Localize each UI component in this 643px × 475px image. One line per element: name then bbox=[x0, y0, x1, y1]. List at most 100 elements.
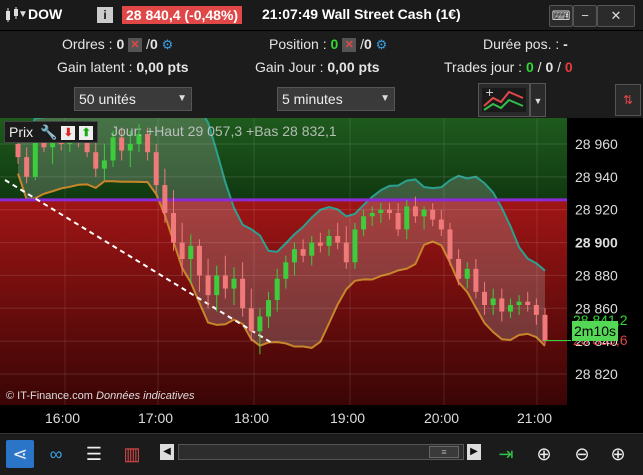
scroll-thumb[interactable]: ≡ bbox=[429, 446, 459, 458]
price-tick: 28 920 bbox=[575, 202, 618, 218]
price-chart[interactable]: 28 960 28 940 28 920 28 900 28 880 28 860 28 8… bbox=[0, 90, 643, 405]
zoom-in-icon[interactable]: ⊕ bbox=[604, 440, 632, 468]
zoom-fit-icon[interactable]: ⊕ bbox=[530, 440, 558, 468]
position-label: Position : bbox=[269, 36, 327, 52]
candle-body bbox=[335, 236, 341, 243]
candle-body bbox=[386, 209, 392, 213]
units-select-value: 50 unités bbox=[79, 91, 136, 107]
close-position-icon[interactable]: ✕ bbox=[342, 38, 357, 53]
keyboard-icon[interactable]: ⌨ bbox=[549, 5, 573, 27]
unrealized-gain-value: 0,00 pts bbox=[136, 59, 189, 75]
sell-arrow-icon[interactable]: ⬇ bbox=[61, 126, 76, 141]
scroll-left-icon[interactable]: ◀ bbox=[160, 444, 174, 460]
candle-body bbox=[421, 209, 427, 217]
time-tick: 17:00 bbox=[138, 410, 174, 426]
day-high-low: Jour: +Haut 29 057,3 +Bas 28 832,1 bbox=[111, 123, 337, 139]
gear-icon[interactable]: ⚙ bbox=[376, 37, 388, 52]
window-title: 21:07:49 Wall Street Cash (1€) bbox=[262, 6, 461, 22]
buy-arrow-icon[interactable]: ⬆ bbox=[79, 126, 94, 141]
chevron-down-icon: ▼ bbox=[177, 93, 187, 104]
candle-body bbox=[101, 160, 107, 169]
candle-body bbox=[266, 300, 272, 317]
candle-body bbox=[456, 259, 462, 279]
time-tick: 20:00 bbox=[424, 410, 460, 426]
gear-icon[interactable]: ⚙ bbox=[162, 37, 174, 52]
candle-body bbox=[162, 185, 168, 213]
bottom-toolbar: ⋖ ∞ ☰ ▥ ◀ ≡ ▶ ⇥ ⊕ ⊖ ⊕ bbox=[0, 433, 643, 475]
chevron-down-icon[interactable]: ▼ bbox=[530, 83, 546, 117]
units-select[interactable]: 50 unités ▼ bbox=[74, 87, 192, 111]
indicator-toolbar-icon[interactable]: + bbox=[478, 83, 530, 117]
candle-timer: 2m10s bbox=[572, 321, 619, 341]
candle-body bbox=[482, 291, 488, 305]
candle-body bbox=[447, 229, 453, 259]
candle-body bbox=[430, 209, 436, 220]
candle-body bbox=[317, 242, 323, 246]
candle-body bbox=[283, 262, 289, 279]
candle-body bbox=[240, 278, 246, 309]
trades-label: Trades jour : bbox=[444, 59, 523, 75]
chart-controls: 50 unités ▼ 5 minutes ▼ + ▼ ⇅ bbox=[0, 83, 643, 119]
position-value-2: 0 bbox=[363, 36, 372, 52]
price-change-badge: 28 840,4 (-0,48%) bbox=[122, 6, 243, 24]
auto-fit-icon[interactable]: ⇥ bbox=[492, 440, 520, 468]
candle-body bbox=[309, 242, 315, 256]
duration-value: - bbox=[563, 36, 568, 52]
info-icon[interactable]: i bbox=[97, 7, 113, 23]
trade-panel-toggle-icon[interactable]: ⇅ bbox=[615, 84, 641, 116]
price-axis-bg bbox=[567, 118, 643, 405]
candle-body bbox=[542, 314, 548, 342]
candle-body bbox=[153, 152, 159, 186]
link-icon[interactable]: ∞ bbox=[42, 440, 70, 468]
cancel-orders-icon[interactable]: ✕ bbox=[128, 38, 143, 53]
orders-label: Ordres : bbox=[62, 36, 113, 52]
candle-body bbox=[231, 278, 237, 289]
candle-body bbox=[32, 140, 38, 177]
candle-body bbox=[93, 152, 99, 169]
candle-body bbox=[248, 308, 254, 332]
candle-body bbox=[291, 249, 297, 263]
close-icon[interactable]: ✕ bbox=[597, 5, 635, 27]
scroll-right-icon[interactable]: ▶ bbox=[467, 444, 481, 460]
candle-body bbox=[300, 249, 306, 256]
trades-won: 0 bbox=[525, 59, 534, 75]
wrench-icon[interactable]: 🔧 bbox=[40, 122, 57, 142]
daily-gain-label: Gain Jour : bbox=[255, 59, 324, 75]
copyright-label: © IT-Finance.com bbox=[6, 390, 93, 402]
chevron-down-icon[interactable]: ▼ bbox=[18, 9, 28, 20]
candle-body bbox=[499, 298, 505, 312]
time-axis: 16:00 17:00 18:00 19:00 20:00 21:00 bbox=[0, 405, 643, 433]
candle-body bbox=[464, 268, 470, 279]
unrealized-gain-row: Gain latent : 0,00 pts bbox=[57, 59, 189, 75]
price-toolbar: Prix 🔧 ⬇ ⬆ bbox=[4, 121, 99, 143]
candle-body bbox=[525, 301, 531, 305]
indicator-icon[interactable]: ▥ bbox=[118, 440, 146, 468]
candle-body bbox=[222, 275, 228, 289]
chart-list-icon[interactable]: ☰ bbox=[80, 440, 108, 468]
candle-body bbox=[395, 213, 401, 230]
minimize-icon[interactable]: − bbox=[573, 5, 597, 27]
zoom-out-icon[interactable]: ⊖ bbox=[568, 440, 596, 468]
candle-body bbox=[15, 144, 21, 158]
candle-body bbox=[507, 305, 513, 312]
timeframe-select[interactable]: 5 minutes ▼ bbox=[277, 87, 395, 111]
instrument-symbol[interactable]: DOW bbox=[28, 6, 62, 22]
candle-body bbox=[326, 236, 332, 246]
candle-body bbox=[110, 137, 116, 161]
time-tick: 19:00 bbox=[330, 410, 366, 426]
candle-body bbox=[516, 301, 522, 305]
position-value: 0 bbox=[330, 36, 339, 52]
trades-separator: / bbox=[537, 59, 542, 75]
candle-body bbox=[473, 268, 479, 292]
price-tick: 28 960 bbox=[575, 136, 618, 152]
chart-canvas[interactable]: 28 96028 94028 92028 90028 88028 86028 8… bbox=[0, 90, 643, 405]
scroll-track[interactable]: ≡ bbox=[178, 444, 464, 460]
price-tick: 28 880 bbox=[575, 267, 618, 283]
chevron-down-icon: ▼ bbox=[380, 93, 390, 104]
daily-gain-row: Gain Jour : 0,00 pts bbox=[255, 59, 380, 75]
candle-body bbox=[119, 137, 125, 151]
candle-body bbox=[378, 209, 384, 213]
candle-body bbox=[343, 242, 349, 263]
candle-body bbox=[196, 245, 202, 276]
share-icon[interactable]: ⋖ bbox=[6, 440, 34, 468]
